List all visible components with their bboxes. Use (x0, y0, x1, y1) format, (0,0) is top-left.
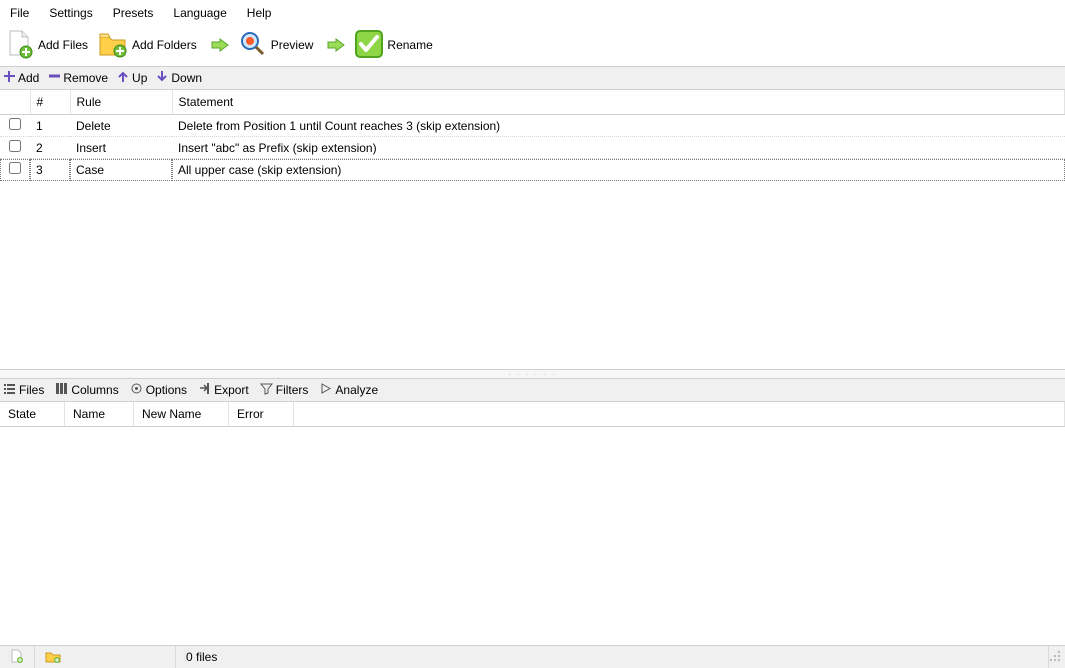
rule-number: 1 (30, 115, 70, 137)
rule-statement: All upper case (skip extension) (172, 159, 1065, 181)
rules-toolbar: Add Remove Up Down (0, 67, 1065, 90)
table-row[interactable]: 3CaseAll upper case (skip extension) (0, 159, 1065, 181)
resize-gripper-icon[interactable] (1049, 650, 1065, 665)
arrow-down-icon (157, 71, 168, 85)
options-label: Options (146, 383, 187, 397)
files-table[interactable]: State Name New Name Error (0, 402, 1065, 427)
rule-type: Insert (70, 137, 172, 159)
rules-pane: # Rule Statement 1DeleteDelete from Posi… (0, 90, 1065, 370)
menu-settings[interactable]: Settings (39, 4, 102, 22)
preview-button[interactable]: Preview (237, 28, 320, 63)
rule-number: 2 (30, 137, 70, 159)
arrow-right-icon (211, 38, 229, 52)
export-icon (199, 383, 210, 397)
rename-button[interactable]: Rename (353, 28, 438, 63)
add-files-label: Add Files (38, 38, 88, 52)
files-tab-button[interactable]: Files (4, 383, 44, 397)
rules-col-checkbox[interactable] (0, 90, 30, 115)
check-icon (355, 30, 383, 61)
rule-remove-label: Remove (63, 71, 108, 85)
files-col-error[interactable]: Error (229, 402, 294, 427)
rules-col-num[interactable]: # (30, 90, 70, 115)
options-button[interactable]: Options (131, 383, 187, 397)
status-bar: 0 files (0, 645, 1065, 668)
gear-icon (131, 383, 142, 397)
filter-icon (261, 383, 272, 397)
menu-file[interactable]: File (4, 4, 39, 22)
add-files-button[interactable]: Add Files (4, 27, 94, 64)
rule-remove-button[interactable]: Remove (49, 71, 108, 85)
files-col-state[interactable]: State (0, 402, 65, 427)
files-col-spacer (294, 402, 1065, 427)
minus-icon (49, 71, 60, 85)
magnifier-icon (239, 30, 267, 61)
menu-presets[interactable]: Presets (103, 4, 164, 22)
folder-add-icon (98, 29, 128, 62)
rule-add-label: Add (18, 71, 39, 85)
splitter-dots-icon: · · · · · · (508, 370, 557, 379)
rule-down-button[interactable]: Down (157, 71, 202, 85)
rules-table[interactable]: # Rule Statement 1DeleteDelete from Posi… (0, 90, 1065, 181)
rule-checkbox[interactable] (9, 162, 21, 174)
rule-checkbox[interactable] (9, 118, 21, 130)
files-col-newname[interactable]: New Name (134, 402, 229, 427)
rule-checkbox[interactable] (9, 140, 21, 152)
arrow-right-icon (327, 38, 345, 52)
pane-splitter[interactable]: · · · · · · (0, 370, 1065, 379)
preview-label: Preview (271, 38, 314, 52)
filters-button[interactable]: Filters (261, 383, 309, 397)
export-button[interactable]: Export (199, 383, 249, 397)
rule-number: 3 (30, 159, 70, 181)
status-add-file-button[interactable] (0, 646, 35, 668)
rename-label: Rename (387, 38, 432, 52)
rule-down-label: Down (171, 71, 202, 85)
rule-add-button[interactable]: Add (4, 71, 39, 85)
columns-icon (56, 383, 67, 397)
main-toolbar: Add Files Add Folders Preview Rename (0, 24, 1065, 67)
menu-bar: File Settings Presets Language Help (0, 0, 1065, 24)
add-folders-button[interactable]: Add Folders (96, 27, 203, 64)
arrow-up-icon (118, 71, 129, 85)
file-add-small-icon (10, 649, 24, 666)
file-add-icon (6, 29, 34, 62)
files-toolbar: Files Columns Options Export Filters Ana… (0, 379, 1065, 402)
rule-type: Delete (70, 115, 172, 137)
rule-statement: Delete from Position 1 until Count reach… (172, 115, 1065, 137)
filters-label: Filters (276, 383, 309, 397)
files-pane: State Name New Name Error (0, 402, 1065, 668)
rule-up-button[interactable]: Up (118, 71, 147, 85)
rule-up-label: Up (132, 71, 147, 85)
status-add-folder-button[interactable] (35, 646, 176, 668)
table-row[interactable]: 2InsertInsert "abc" as Prefix (skip exte… (0, 137, 1065, 159)
list-icon (4, 383, 15, 397)
files-tab-label: Files (19, 383, 44, 397)
folder-add-small-icon (45, 649, 61, 666)
add-folders-label: Add Folders (132, 38, 197, 52)
columns-label: Columns (71, 383, 118, 397)
export-label: Export (214, 383, 249, 397)
columns-button[interactable]: Columns (56, 383, 118, 397)
files-col-name[interactable]: Name (65, 402, 134, 427)
status-file-count: 0 files (176, 646, 1049, 668)
play-icon (320, 383, 331, 397)
analyze-label: Analyze (335, 383, 378, 397)
table-row[interactable]: 1DeleteDelete from Position 1 until Coun… (0, 115, 1065, 137)
plus-icon (4, 71, 15, 85)
rule-statement: Insert "abc" as Prefix (skip extension) (172, 137, 1065, 159)
rules-col-rule[interactable]: Rule (70, 90, 172, 115)
rules-col-stmt[interactable]: Statement (172, 90, 1065, 115)
rule-type: Case (70, 159, 172, 181)
menu-language[interactable]: Language (163, 4, 236, 22)
analyze-button[interactable]: Analyze (320, 383, 378, 397)
menu-help[interactable]: Help (237, 4, 282, 22)
